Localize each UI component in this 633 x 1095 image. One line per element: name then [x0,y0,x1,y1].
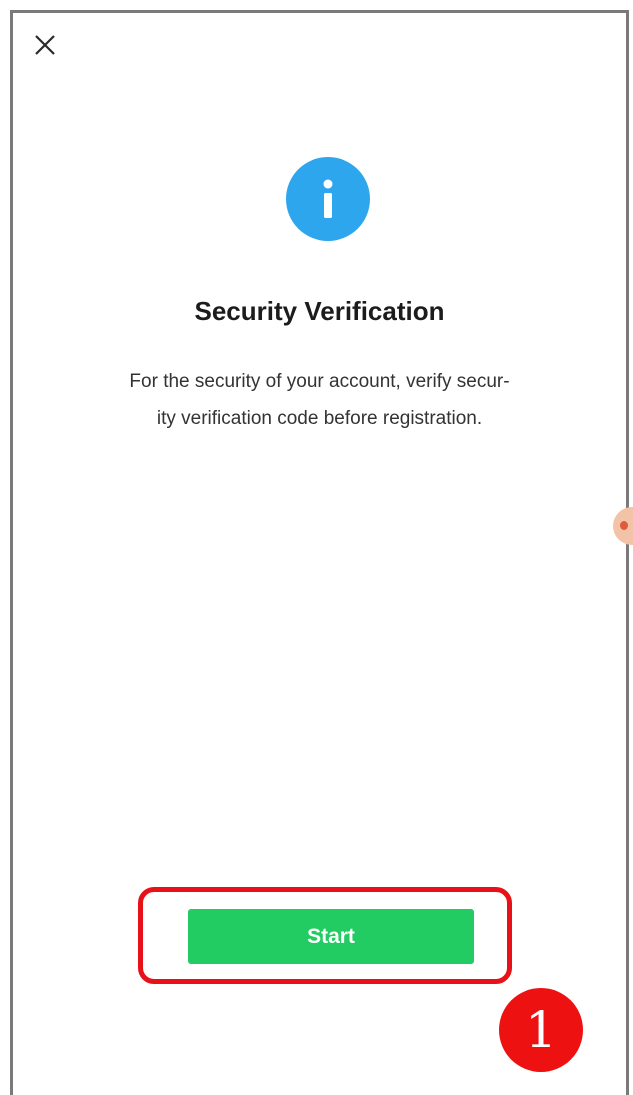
info-icon [286,157,370,241]
dialog-title: Security Verification [194,296,445,326]
description-line: ity verification code before registratio… [156,408,483,429]
close-icon [35,35,55,55]
start-button[interactable]: Start [188,909,474,964]
phone-frame: Security Verification For the security o… [10,10,629,1095]
close-button[interactable] [31,31,59,59]
dialog-description: For the security of your account, verify… [53,363,586,437]
step-number-badge: 1 [499,988,583,1072]
description-line: For the security of your account, verify… [129,371,510,392]
handle-dot [620,521,628,530]
